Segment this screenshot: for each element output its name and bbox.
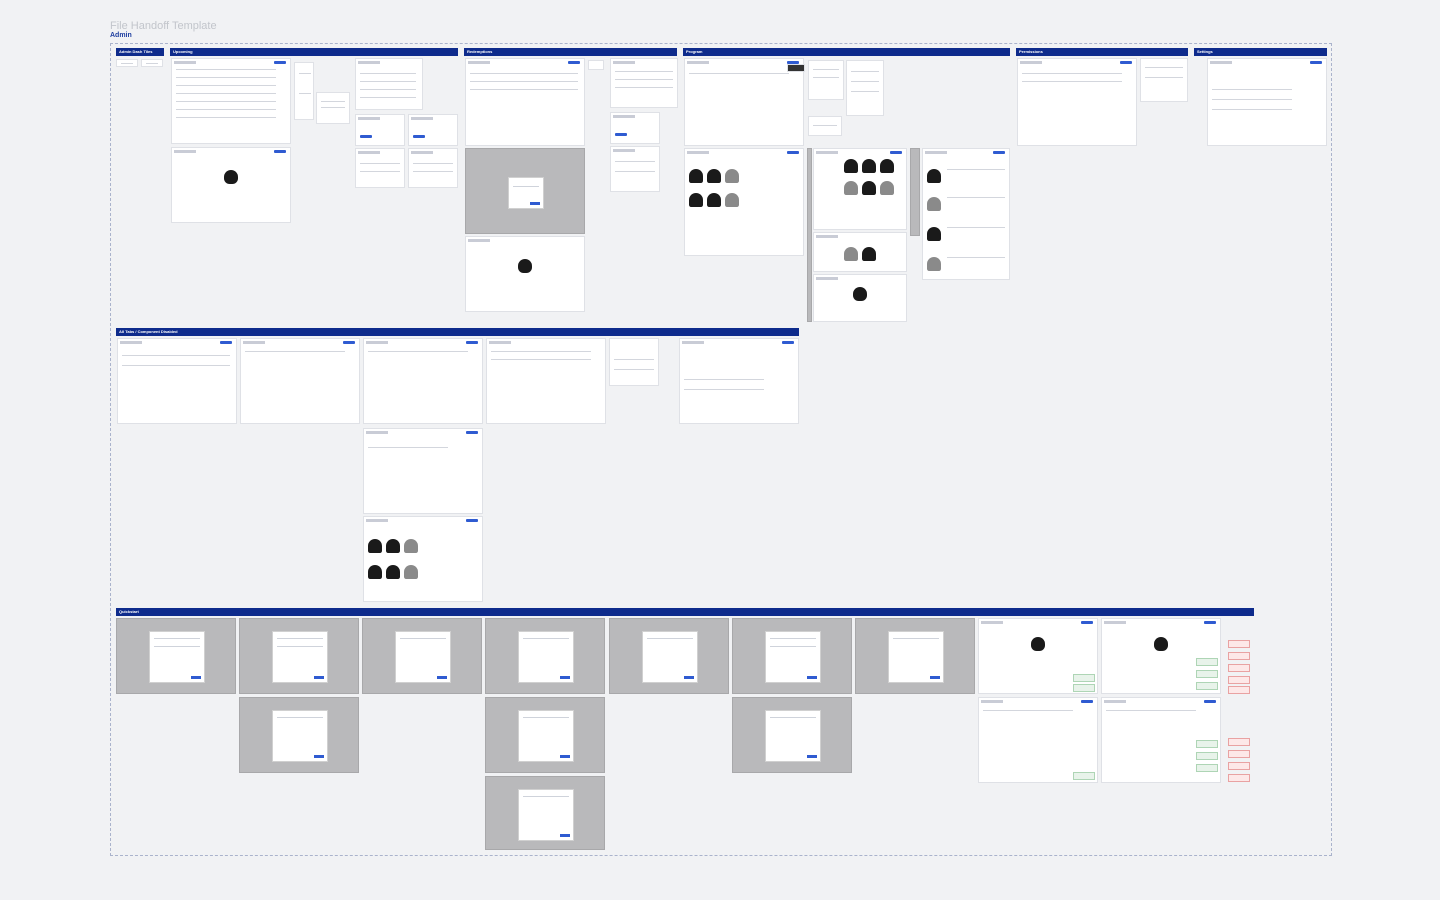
quickstart-step-frame[interactable]	[116, 618, 236, 694]
quickstart-step-frame[interactable]	[362, 618, 482, 694]
section-redemptions[interactable]: Redemptions	[464, 48, 677, 56]
panel-divider	[807, 148, 812, 322]
section-title: Permissions	[1016, 48, 1188, 56]
popover-frame[interactable]	[316, 92, 350, 124]
sticky-note[interactable]	[1228, 686, 1250, 694]
file-title: File Handoff Template	[110, 20, 217, 32]
sticky-note[interactable]	[1228, 664, 1250, 672]
email-frame[interactable]	[610, 146, 660, 192]
email-frame[interactable]	[355, 114, 405, 146]
screen-frame[interactable]	[117, 338, 237, 424]
screen-frame[interactable]	[684, 58, 804, 146]
screen-frame[interactable]	[1207, 58, 1327, 146]
screen-frame[interactable]	[363, 428, 483, 514]
popover-frame[interactable]	[808, 116, 842, 136]
section-title: Quickstart	[116, 608, 1254, 616]
quickstart-step-frame[interactable]	[732, 697, 852, 773]
section-title: Program	[683, 48, 1010, 56]
popover-frame[interactable]	[787, 64, 805, 72]
product-grid-frame[interactable]	[363, 516, 483, 602]
sticky-note[interactable]	[1196, 682, 1218, 690]
quickstart-step-frame[interactable]	[485, 776, 605, 850]
section-quickstart[interactable]: Quickstart	[116, 608, 1254, 616]
screen-frame[interactable]	[684, 148, 804, 256]
quickstart-step-frame[interactable]	[732, 618, 852, 694]
screen-frame[interactable]	[679, 338, 799, 424]
product-grid-frame[interactable]	[813, 232, 907, 272]
section-permissions[interactable]: Permissions	[1016, 48, 1188, 56]
screen-frame[interactable]	[610, 58, 678, 108]
panel-divider	[910, 148, 920, 236]
quickstart-step-frame[interactable]	[855, 618, 975, 694]
screen-frame[interactable]	[486, 338, 606, 424]
section-admin-dash-tiles[interactable]: Admin Dash Tiles	[116, 48, 164, 56]
sticky-note[interactable]	[1228, 652, 1250, 660]
sticky-note[interactable]	[1228, 750, 1250, 758]
popover-frame[interactable]	[294, 62, 314, 120]
sticky-note[interactable]	[1196, 670, 1218, 678]
sticky-note[interactable]	[1073, 684, 1095, 692]
sticky-note[interactable]	[1228, 640, 1250, 648]
sticky-note[interactable]	[1228, 762, 1250, 770]
sticky-note[interactable]	[1228, 738, 1250, 746]
section-title: Upcoming	[170, 48, 458, 56]
dash-tile[interactable]	[141, 59, 163, 67]
email-frame[interactable]	[408, 114, 458, 146]
section-program[interactable]: Program	[683, 48, 1010, 56]
quickstart-step-frame[interactable]	[609, 618, 729, 694]
section-upcoming[interactable]: Upcoming	[170, 48, 458, 56]
product-grid-frame[interactable]	[813, 148, 907, 230]
sticky-note[interactable]	[1228, 774, 1250, 782]
screen-frame[interactable]	[171, 147, 291, 223]
section-title: Admin Dash Tiles	[116, 48, 164, 56]
section-title: Settings	[1194, 48, 1327, 56]
dropdown-frame[interactable]	[846, 60, 884, 116]
quickstart-step-frame[interactable]	[485, 697, 605, 773]
sticky-note[interactable]	[1196, 764, 1218, 772]
screen-frame[interactable]	[813, 274, 907, 322]
quickstart-step-frame[interactable]	[485, 618, 605, 694]
screen-frame[interactable]	[465, 58, 585, 146]
dropdown-frame[interactable]	[1140, 58, 1188, 102]
sticky-note[interactable]	[1228, 676, 1250, 684]
dash-tile[interactable]	[116, 59, 138, 67]
quickstart-step-frame[interactable]	[239, 697, 359, 773]
modal-frame[interactable]	[465, 148, 585, 234]
screen-frame[interactable]	[978, 697, 1098, 783]
quickstart-step-frame[interactable]	[239, 618, 359, 694]
section-all-tabs[interactable]: All Tabs / Component Disabled	[116, 328, 799, 336]
screen-frame[interactable]	[978, 618, 1098, 694]
note-frame[interactable]	[588, 60, 604, 70]
sticky-note[interactable]	[1196, 740, 1218, 748]
email-frame[interactable]	[610, 112, 660, 144]
product-list-frame[interactable]	[922, 148, 1010, 280]
sticky-note[interactable]	[1196, 752, 1218, 760]
screen-frame[interactable]	[465, 236, 585, 312]
screen-frame[interactable]	[355, 58, 423, 110]
section-title: All Tabs / Component Disabled	[116, 328, 799, 336]
screen-frame[interactable]	[363, 338, 483, 424]
sticky-note[interactable]	[1073, 772, 1095, 780]
sticky-note[interactable]	[1073, 674, 1095, 682]
screen-frame[interactable]	[1017, 58, 1137, 146]
section-settings[interactable]: Settings	[1194, 48, 1327, 56]
screen-frame[interactable]	[171, 58, 291, 144]
page-title[interactable]: Admin	[110, 32, 132, 39]
section-title: Redemptions	[464, 48, 677, 56]
screen-frame[interactable]	[240, 338, 360, 424]
email-frame[interactable]	[408, 148, 458, 188]
dropdown-frame[interactable]	[808, 60, 844, 100]
sticky-note[interactable]	[1196, 658, 1218, 666]
email-frame[interactable]	[355, 148, 405, 188]
popover-frame[interactable]	[609, 338, 659, 386]
